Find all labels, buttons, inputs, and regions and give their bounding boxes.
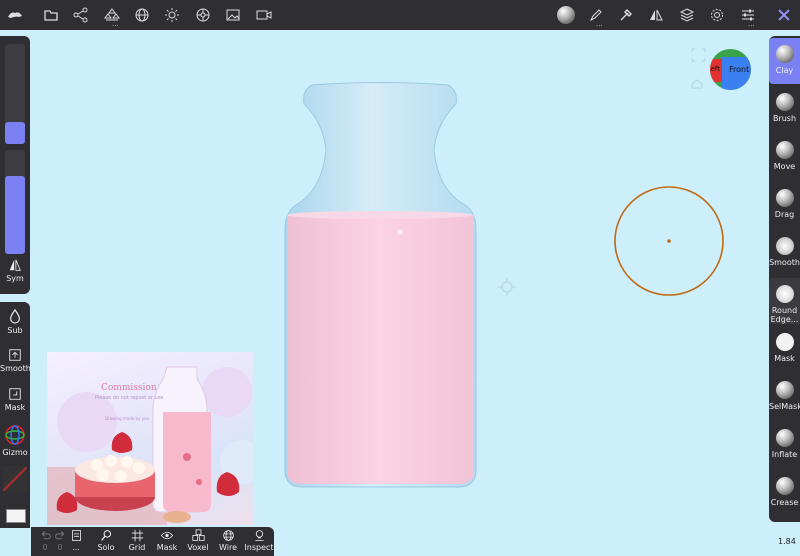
tool-mask-label: Mask — [774, 354, 795, 363]
intensity-slider-fill — [5, 176, 25, 254]
intensity-slider[interactable] — [5, 150, 25, 254]
inspect-label: Inspect — [244, 543, 274, 552]
tool-smooth-label: Smooth — [769, 258, 800, 267]
sym-button[interactable]: Sym — [0, 258, 30, 283]
reference-image[interactable]: Commission Please do not repost or use D… — [47, 352, 253, 525]
history-button[interactable]: ... — [61, 529, 91, 552]
drop-icon — [10, 308, 20, 324]
left-tool-sidebar: Sub Smooth Mask Gizmo — [0, 302, 31, 528]
mask-label: Mask — [4, 403, 26, 412]
secondary-color-swatch[interactable] — [6, 509, 26, 523]
round-edge-icon — [775, 285, 794, 303]
voxel-cubes-icon — [191, 529, 205, 541]
reference-subtitle: Please do not repost or use — [95, 395, 164, 401]
tool-move-label: Move — [773, 162, 796, 171]
tool-round-edge[interactable]: Round Edge... — [769, 278, 800, 324]
tool-crease-label: Crease — [770, 498, 799, 507]
sub-label: Sub — [7, 326, 23, 335]
solo-button[interactable]: Solo — [91, 529, 121, 552]
voxel-button[interactable]: Voxel — [183, 529, 213, 552]
grid-label: Grid — [128, 543, 146, 552]
light-gizmo-icon[interactable] — [498, 278, 516, 296]
wire-button[interactable]: Wire — [213, 529, 243, 552]
grid-icon — [131, 529, 143, 542]
mask-box-icon — [9, 388, 21, 400]
home-icon[interactable] — [691, 79, 703, 89]
sym-label: Sym — [6, 274, 24, 283]
tool-brush-label: Brush — [772, 114, 797, 123]
tool-inflate[interactable]: Inflate — [769, 422, 800, 468]
tool-selmask-label: SelMask — [769, 402, 800, 411]
clay-brush-icon — [775, 45, 794, 63]
mask-splat-icon — [775, 333, 794, 351]
tool-move[interactable]: Move — [769, 134, 800, 180]
eye-icon — [160, 531, 174, 540]
gizmo-label: Gizmo — [2, 448, 28, 457]
voxel-label: Voxel — [187, 543, 209, 552]
tool-clay-label: Clay — [775, 66, 794, 75]
solo-search-icon — [100, 530, 111, 541]
mask-button[interactable]: Mask — [0, 387, 30, 412]
radius-slider[interactable] — [5, 44, 25, 144]
wire-label: Wire — [219, 543, 237, 552]
drag-icon — [775, 189, 794, 207]
tool-inflate-label: Inflate — [771, 450, 798, 459]
frame-icon[interactable] — [691, 48, 706, 62]
zoom-level: 1.84 — [778, 537, 796, 546]
tool-selmask[interactable]: SelMask — [769, 374, 800, 420]
mask-visibility-button[interactable]: Mask — [152, 529, 182, 552]
brush-cursor — [614, 186, 724, 296]
right-tool-sidebar: Clay Brush Move Drag Smooth Round Edge..… — [769, 36, 800, 522]
grid-button[interactable]: Grid — [122, 529, 152, 552]
crease-icon — [775, 477, 794, 495]
smooth-icon — [775, 237, 794, 255]
reference-illustration — [47, 366, 253, 525]
tool-mask[interactable]: Mask — [769, 326, 800, 372]
gizmo-button[interactable]: Gizmo — [0, 424, 30, 457]
inspect-button[interactable]: Inspect — [244, 529, 274, 552]
move-icon — [775, 141, 794, 159]
bottle-model[interactable] — [284, 82, 477, 488]
wire-globe-icon — [222, 530, 234, 541]
tool-brush[interactable]: Brush — [769, 86, 800, 132]
history-label: ... — [72, 543, 80, 552]
radius-slider-fill — [5, 122, 25, 144]
color-swatch[interactable] — [3, 466, 27, 492]
reference-caption: Drawing made by you — [105, 416, 150, 421]
solo-label: Solo — [97, 543, 115, 552]
tool-clay[interactable]: Clay — [769, 38, 800, 84]
tool-drag-label: Drag — [774, 210, 795, 219]
reference-title: Commission — [101, 383, 157, 393]
left-sidebar: Sym — [0, 36, 30, 294]
sub-button[interactable]: Sub — [0, 308, 30, 335]
history-list-icon — [71, 530, 81, 541]
inflate-icon — [775, 429, 794, 447]
symmetry-icon — [9, 259, 21, 271]
tool-round-edge-label: Round Edge... — [770, 306, 799, 324]
smooth-button[interactable]: Smooth — [0, 348, 31, 373]
tool-smooth[interactable]: Smooth — [769, 230, 800, 276]
cube-front-label: Front — [729, 65, 750, 74]
cube-left-label: Left — [710, 65, 720, 73]
smooth-label: Smooth — [0, 364, 31, 373]
bottom-toolbar: 0 0 ... Solo Grid Mask Voxel Wire Inspec… — [31, 527, 274, 556]
tool-drag[interactable]: Drag — [769, 182, 800, 228]
gizmo-icon — [5, 425, 25, 445]
mask-visibility-label: Mask — [156, 543, 178, 552]
orientation-cube[interactable]: Left Front — [710, 49, 751, 90]
selmask-icon — [775, 381, 794, 399]
tool-crease[interactable]: Crease — [769, 470, 800, 516]
inspect-icon — [254, 530, 264, 541]
upload-box-icon — [9, 349, 21, 361]
brush-icon — [775, 93, 794, 111]
